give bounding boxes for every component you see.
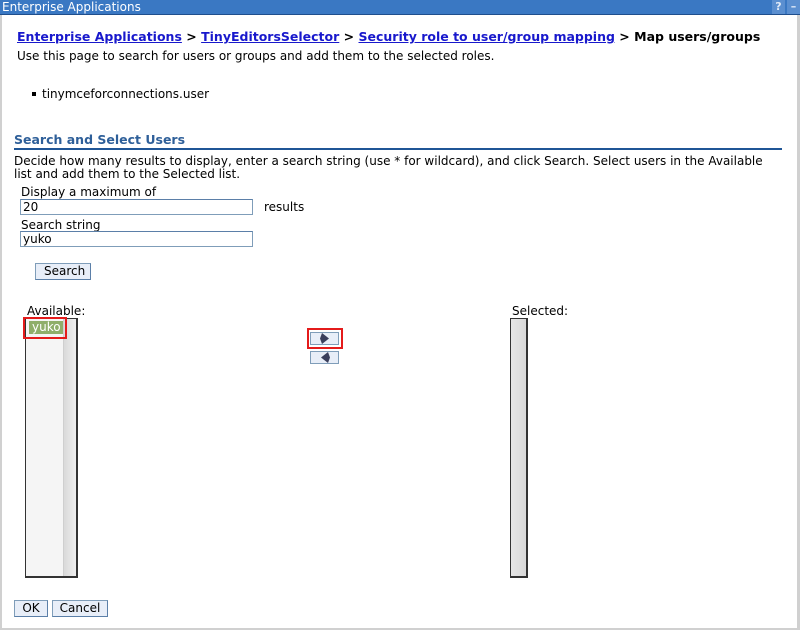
breadcrumb-security-role-mapping[interactable]: Security role to user/group mapping [359,29,615,44]
selected-listbox[interactable] [510,318,528,578]
role-item: tinymceforconnections.user [42,87,210,101]
content-frame [0,15,800,630]
window-title: Enterprise Applications [2,0,141,14]
results-label: results [264,200,305,214]
arrow-left-icon [320,352,330,363]
minimize-icon: – [790,0,797,13]
selected-label: Selected: [512,304,569,318]
breadcrumb-separator: > [343,29,355,44]
page-description: Use this page to search for users or gro… [17,49,495,63]
search-instructions: Decide how many results to display, ente… [14,154,763,181]
breadcrumb-separator: > [186,29,197,44]
breadcrumb-current: Map users/groups [634,29,761,44]
search-string-label: Search string [21,218,101,232]
breadcrumb-enterprise-applications[interactable]: Enterprise Applications [17,29,182,44]
available-label: Available: [27,304,86,318]
help-button[interactable]: ? [772,0,785,14]
highlight-box [23,317,67,339]
max-results-input[interactable] [20,199,253,215]
search-string-input[interactable] [20,231,253,247]
section-title: Search and Select Users [14,132,782,150]
available-scrollbar[interactable] [63,319,76,576]
search-button[interactable]: Search [35,263,91,280]
breadcrumb-separator: > [619,29,630,44]
breadcrumb: Enterprise Applications > TinyEditorsSel… [17,29,760,44]
window-titlebar: Enterprise Applications ? – [0,0,800,15]
remove-from-selected-button[interactable] [310,351,339,364]
bullet-icon [32,91,36,96]
available-listbox[interactable]: yuko [25,318,78,578]
help-icon: ? [775,0,782,13]
cancel-button[interactable]: Cancel [52,600,108,617]
ok-button[interactable]: OK [14,600,48,617]
role-list: tinymceforconnections.user [32,87,209,101]
breadcrumb-tinyeditorsselector[interactable]: TinyEditorsSelector [201,29,339,44]
highlight-box [307,328,343,349]
max-results-label: Display a maximum of [21,185,157,199]
minimize-button[interactable]: – [787,0,800,14]
